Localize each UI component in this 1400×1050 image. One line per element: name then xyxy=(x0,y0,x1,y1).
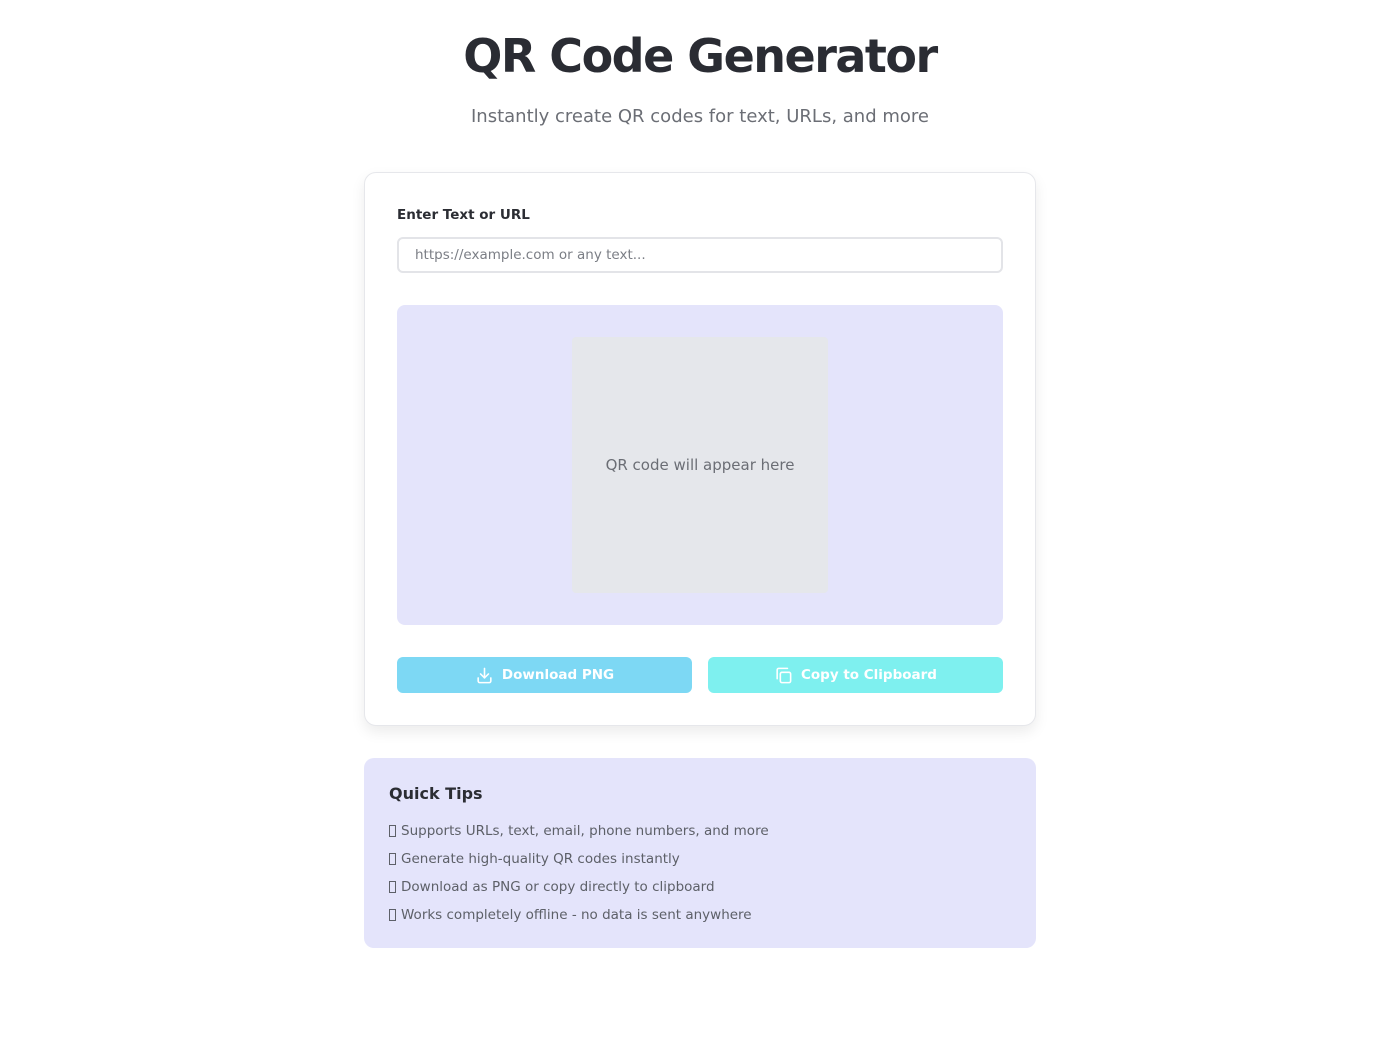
tip-text: Supports URLs, text, email, phone number… xyxy=(401,823,769,839)
tip-item: Works completely offline - no data is se… xyxy=(389,901,1011,929)
tip-bullet-icon xyxy=(389,909,396,921)
input-label: Enter Text or URL xyxy=(397,207,530,223)
generator-card: Enter Text or URL QR code will appear he… xyxy=(364,172,1036,726)
tips-list: Supports URLs, text, email, phone number… xyxy=(389,817,1011,929)
copy-to-clipboard-button[interactable]: Copy to Clipboard xyxy=(708,657,1003,693)
text-url-input[interactable] xyxy=(397,237,1003,273)
copy-icon xyxy=(774,666,793,685)
tip-item: Download as PNG or copy directly to clip… xyxy=(389,873,1011,901)
download-button-label: Download PNG xyxy=(501,667,615,683)
tips-title: Quick Tips xyxy=(389,784,483,803)
qr-preview-area: QR code will appear here xyxy=(397,305,1003,625)
download-png-button[interactable]: Download PNG xyxy=(397,657,692,693)
tip-item: Generate high-quality QR codes instantly xyxy=(389,845,1011,873)
tip-item: Supports URLs, text, email, phone number… xyxy=(389,817,1011,845)
page-subtitle: Instantly create QR codes for text, URLs… xyxy=(471,106,929,127)
tip-text: Download as PNG or copy directly to clip… xyxy=(401,879,715,895)
tip-bullet-icon xyxy=(389,825,396,837)
qr-placeholder: QR code will appear here xyxy=(572,337,828,593)
page-header: QR Code Generator Instantly create QR co… xyxy=(0,0,1400,128)
tip-text: Works completely offline - no data is se… xyxy=(401,907,752,923)
qr-placeholder-text: QR code will appear here xyxy=(605,456,795,474)
download-icon xyxy=(475,666,494,685)
copy-button-label: Copy to Clipboard xyxy=(801,667,937,683)
tip-text: Generate high-quality QR codes instantly xyxy=(401,851,680,867)
page-title: QR Code Generator xyxy=(463,29,938,83)
tip-bullet-icon xyxy=(389,853,396,865)
quick-tips-panel: Quick Tips Supports URLs, text, email, p… xyxy=(364,758,1036,948)
tip-bullet-icon xyxy=(389,881,396,893)
